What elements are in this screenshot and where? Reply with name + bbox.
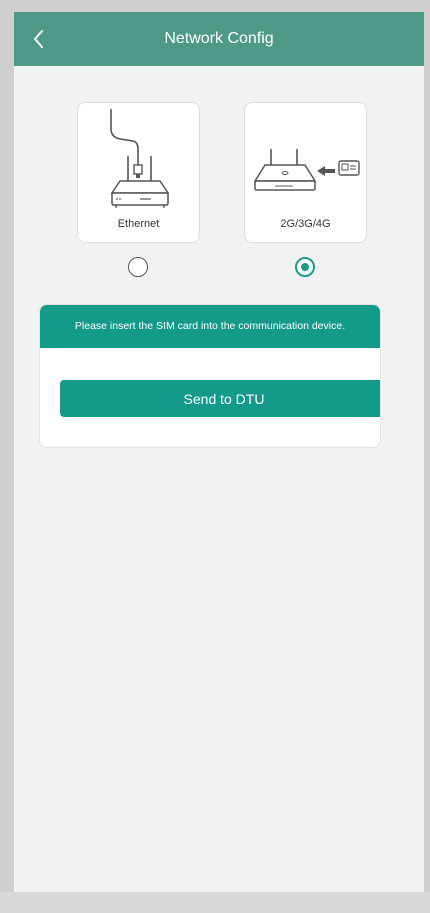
page-title: Network Config: [164, 30, 274, 47]
bottom-bar: [0, 892, 430, 913]
option-label-ethernet: Ethernet: [117, 218, 160, 230]
radio-ethernet[interactable]: [128, 257, 148, 277]
sim-instruction-banner: Please insert the SIM card into the comm…: [40, 305, 380, 348]
option-label-cellular: 2G/3G/4G: [280, 218, 331, 230]
info-panel: Please insert the SIM card into the comm…: [39, 304, 381, 448]
screen: Network Config Ethernet 2G/3G/4G Please …: [14, 12, 424, 892]
option-card-cellular[interactable]: 2G/3G/4G: [244, 102, 367, 243]
option-card-ethernet[interactable]: Ethernet: [77, 102, 200, 243]
radio-selected-dot: [301, 263, 309, 271]
send-to-dtu-button[interactable]: Send to DTU: [60, 380, 380, 417]
ethernet-router-icon: [110, 109, 170, 208]
app-header: Network Config: [14, 12, 424, 66]
sim-router-icon: [253, 149, 360, 191]
radio-cellular[interactable]: [295, 257, 315, 277]
